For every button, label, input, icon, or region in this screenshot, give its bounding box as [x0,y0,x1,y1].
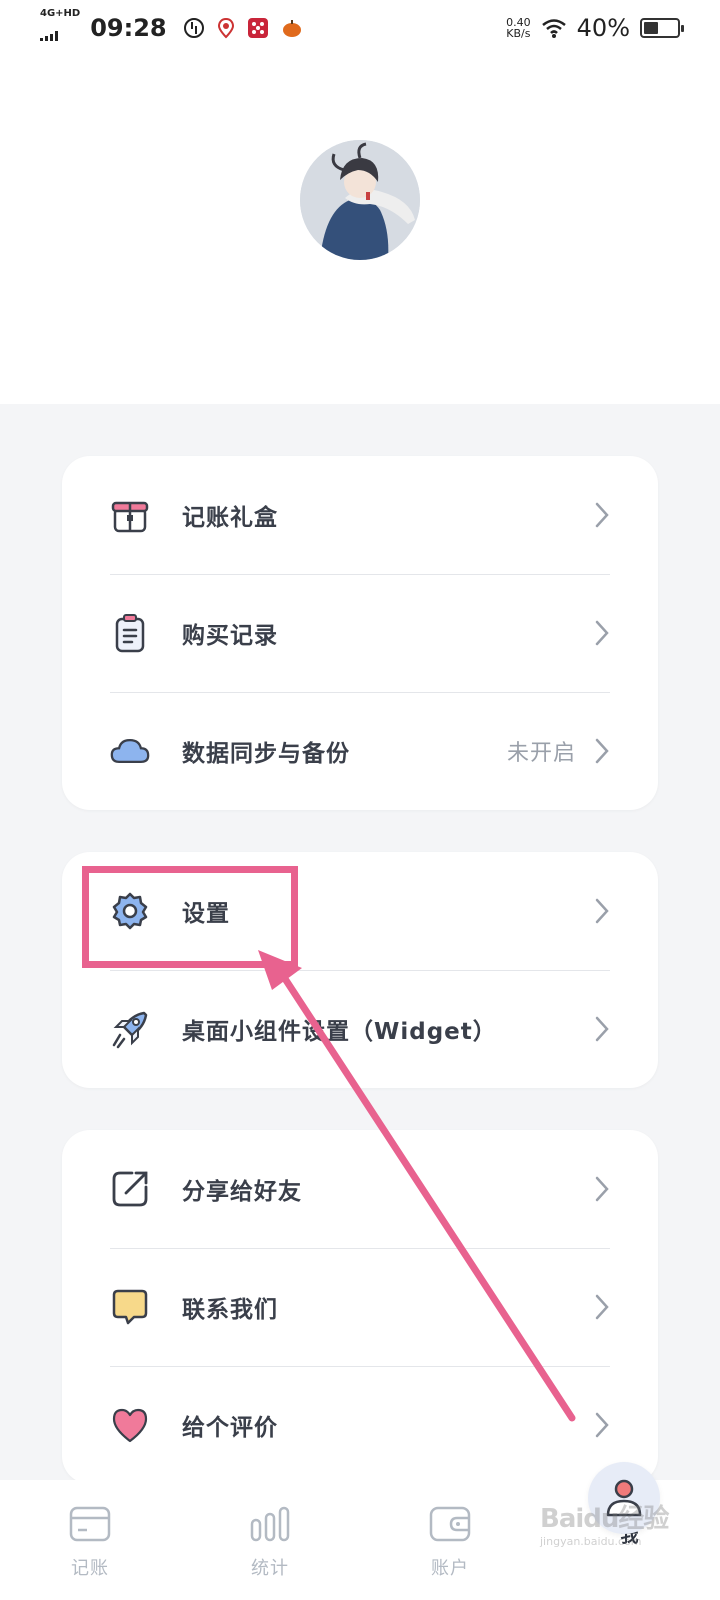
chevron-right-icon [595,1412,609,1438]
pumpkin-icon [282,20,301,37]
share-icon [110,1169,150,1209]
profile-header [0,56,720,404]
avatar[interactable] [300,140,420,260]
chevron-right-icon [595,620,609,646]
highlight-box [82,866,298,968]
menu-card-1: 记账礼盒 购买记录 数据同步与备份 未开启 [62,456,658,810]
app-notification-icon [247,18,268,38]
heart-icon [110,1405,150,1445]
tab-label: 记账 [71,1558,109,1579]
data-usage-icon [183,18,204,38]
menu-card-3: 分享给好友 联系我们 给个评价 [62,1130,658,1484]
chevron-right-icon [595,738,609,764]
clipboard-icon [110,613,150,653]
chevron-right-icon [595,898,609,924]
battery-percent: 40% [576,14,630,42]
rocket-icon [110,1009,150,1049]
wifi-icon [541,19,566,38]
menu-item-label: 数据同步与备份 [182,741,350,767]
menu-item-label: 给个评价 [182,1415,278,1441]
tab-label: 统计 [251,1558,289,1579]
stats-icon [250,1506,290,1542]
cloud-icon [110,731,150,771]
chevron-right-icon [595,1294,609,1320]
menu-item-label: 联系我们 [182,1297,278,1323]
menu-item-widget-settings[interactable]: 桌面小组件设置（Widget） [62,970,658,1088]
signal-indicator: 4G+HD [40,9,80,47]
menu-item-label: 分享给好友 [182,1179,302,1205]
tab-accounts[interactable]: 账户 [360,1480,540,1600]
clock: 09:28 [90,14,167,42]
chevron-right-icon [595,1176,609,1202]
menu-item-purchase-history[interactable]: 购买记录 [62,574,658,692]
tab-label: 账户 [431,1558,469,1579]
chevron-right-icon [595,502,609,528]
network-speed: 0.40 KB/s [506,17,531,39]
location-pin-icon [217,17,234,39]
wallet-icon [429,1506,471,1542]
gift-box-icon [110,495,150,535]
speed-unit: KB/s [506,27,531,40]
menu-item-contact-us[interactable]: 联系我们 [62,1248,658,1366]
watermark-sub: jingyan.baidu.com [540,1535,642,1548]
battery-icon [640,18,684,38]
menu-item-data-sync[interactable]: 数据同步与备份 未开启 [62,692,658,810]
menu-item-rate[interactable]: 给个评价 [62,1366,658,1484]
message-icon [110,1287,150,1327]
tab-statistics[interactable]: 统计 [180,1480,360,1600]
card-icon [69,1506,111,1542]
menu-item-label: 购买记录 [182,623,278,649]
tab-bookkeeping[interactable]: 记账 [0,1480,180,1600]
network-type: 4G+HD [40,8,81,19]
menu-item-share[interactable]: 分享给好友 [62,1130,658,1248]
status-bar: 4G+HD 09:28 0.40 KB/s 40% [0,0,720,56]
menu-item-label: 桌面小组件设置（Widget） [182,1019,497,1045]
watermark-main: Baidu经验 [540,1504,669,1534]
chevron-right-icon [595,1016,609,1042]
signal-bars-icon [40,31,58,41]
sync-status-value: 未开启 [506,741,576,766]
baidu-watermark: Baidu经验 jingyan.baidu.com [540,1498,700,1558]
menu-item-label: 记账礼盒 [182,505,278,531]
menu-item-gift-box[interactable]: 记账礼盒 [62,456,658,574]
